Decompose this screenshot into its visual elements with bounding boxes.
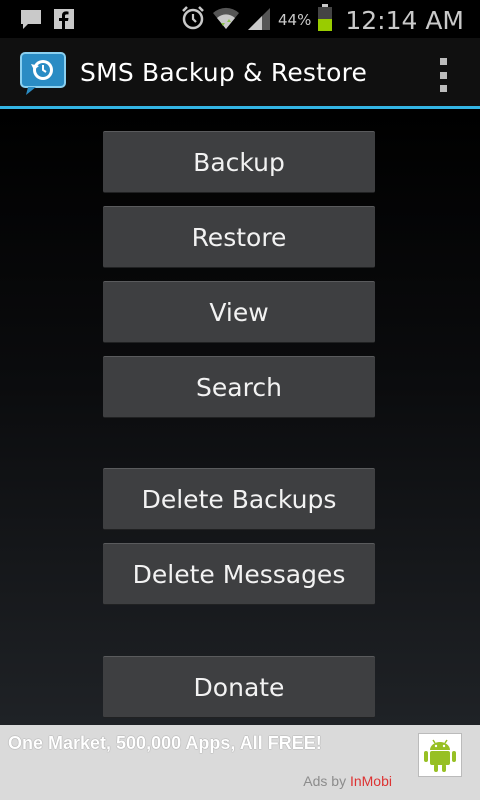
system-icons: 44% 12:14 AM: [180, 4, 464, 36]
backup-button[interactable]: Backup: [103, 131, 375, 193]
message-icon: [20, 9, 42, 35]
ad-attribution-prefix: Ads by: [303, 773, 350, 789]
wifi-icon: [212, 5, 240, 35]
ad-network-name: InMobi: [349, 773, 392, 789]
ad-text[interactable]: One Market, 500,000 Apps, All FREE!: [8, 733, 322, 754]
page-title: SMS Backup & Restore: [80, 58, 368, 87]
battery-percent: 44%: [277, 11, 312, 29]
notification-icons: [20, 9, 74, 35]
battery-icon: [317, 4, 333, 36]
action-bar: SMS Backup & Restore: [0, 38, 480, 109]
restore-button[interactable]: Restore: [103, 206, 375, 268]
clock: 12:14 AM: [345, 5, 464, 35]
main-content: Backup Restore View Search Delete Backup…: [0, 109, 480, 725]
status-bar: 44% 12:14 AM: [0, 0, 480, 38]
alarm-icon: [180, 5, 206, 35]
android-icon[interactable]: [418, 733, 462, 777]
ad-banner[interactable]: One Market, 500,000 Apps, All FREE! Ads …: [0, 725, 480, 800]
delete-backups-button[interactable]: Delete Backups: [103, 468, 375, 530]
overflow-menu-icon[interactable]: [438, 58, 448, 92]
delete-messages-button[interactable]: Delete Messages: [103, 543, 375, 605]
facebook-icon: [54, 9, 74, 35]
app-logo-icon[interactable]: [20, 52, 66, 96]
view-button[interactable]: View: [103, 281, 375, 343]
donate-button[interactable]: Donate: [103, 656, 375, 718]
search-button[interactable]: Search: [103, 356, 375, 418]
signal-icon: [246, 6, 272, 34]
ad-attribution: Ads by InMobi: [303, 773, 392, 789]
